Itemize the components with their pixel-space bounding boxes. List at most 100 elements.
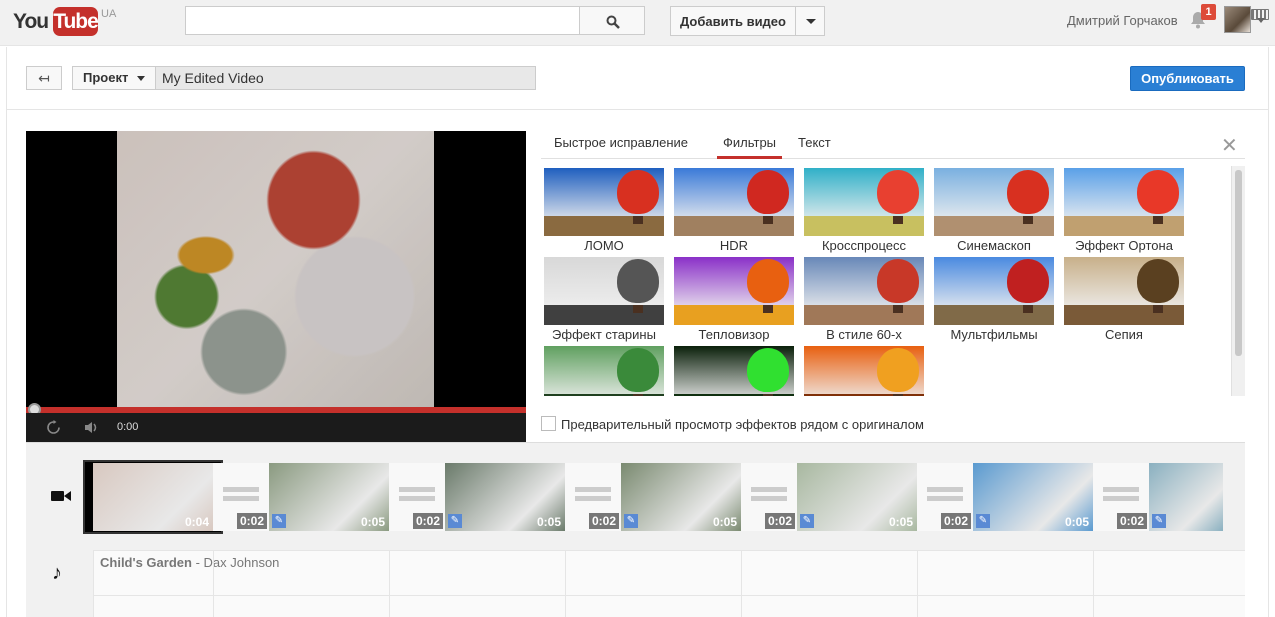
filter-option[interactable]: Сепия — [1064, 257, 1184, 347]
logo-tube: Tube — [53, 7, 99, 36]
filter-thumbnail — [1064, 257, 1184, 325]
clip-duration: 0:05 — [888, 515, 913, 529]
balloon-basket — [633, 305, 643, 313]
tab-filters[interactable]: Фильтры — [717, 135, 783, 159]
username[interactable]: Дмитрий Горчаков — [1067, 13, 1178, 28]
transition-duration: 0:02 — [236, 513, 267, 529]
chevron-down-icon[interactable] — [1257, 18, 1265, 23]
magic-wand-icon[interactable]: ✎ — [976, 514, 990, 528]
filter-thumbnail-ground — [804, 394, 924, 396]
video-player[interactable]: 0:00 — [26, 131, 526, 442]
compare-checkbox[interactable] — [541, 416, 556, 431]
balloon-image — [1007, 259, 1049, 303]
filter-option[interactable]: Эффект старины — [544, 257, 664, 347]
transition-slot[interactable]: 0:02 — [565, 463, 621, 531]
audio-gridline — [565, 550, 566, 617]
avatar[interactable] — [1224, 6, 1251, 33]
search-button[interactable] — [579, 6, 645, 35]
music-note-icon: ♪ — [52, 562, 62, 584]
transition-duration: 0:02 — [412, 513, 443, 529]
balloon-image — [747, 170, 789, 214]
filter-thumbnail-ground — [804, 305, 924, 325]
back-button[interactable]: ↤ — [26, 66, 62, 90]
audio-track-label[interactable]: Child's Garden - Dax Johnson — [100, 555, 279, 570]
timeline-clip[interactable]: ✎ — [1149, 463, 1223, 531]
filter-option[interactable]: Мультфильмы — [934, 257, 1054, 347]
balloon-image — [877, 259, 919, 303]
filter-thumbnail-ground — [544, 305, 664, 325]
volume-icon[interactable] — [84, 420, 100, 435]
transition-slot[interactable]: 0:02 — [1093, 463, 1149, 531]
upload-menu-button[interactable] — [795, 6, 825, 36]
video-frame — [117, 131, 434, 407]
balloon-basket — [893, 305, 903, 313]
timeline-clip[interactable]: ✎ 0:05 — [269, 463, 389, 531]
upload-button[interactable]: Добавить видео — [670, 6, 796, 36]
publish-button[interactable]: Опубликовать — [1130, 66, 1245, 91]
magic-wand-icon[interactable]: ✎ — [624, 514, 638, 528]
timeline-clip[interactable]: 0:04 — [93, 463, 213, 531]
clip-duration: 0:05 — [1064, 515, 1089, 529]
filter-option[interactable]: Тепловизор — [674, 257, 794, 347]
balloon-image — [1137, 259, 1179, 303]
project-menu-button[interactable]: Проект — [72, 66, 156, 90]
filter-thumbnail — [674, 346, 794, 396]
transition-slot[interactable]: 0:02 — [213, 463, 269, 531]
balloon-basket — [1023, 305, 1033, 313]
transition-icon — [1103, 487, 1139, 501]
close-icon[interactable]: ✕ — [1221, 136, 1238, 156]
youtube-logo[interactable]: You Tube UA — [13, 6, 116, 36]
magic-wand-icon[interactable]: ✎ — [272, 514, 286, 528]
project-title-input[interactable] — [155, 66, 536, 90]
filter-option[interactable] — [674, 346, 794, 396]
filter-option[interactable] — [804, 346, 924, 396]
filter-label: В стиле 60-х — [826, 327, 902, 342]
audio-gridline — [213, 550, 214, 617]
tab-quick-fixes[interactable]: Быстрое исправление — [554, 135, 688, 159]
balloon-image — [617, 170, 659, 214]
filter-thumbnail-ground — [544, 394, 664, 396]
balloon-image — [747, 348, 789, 392]
filter-option[interactable]: Эффект Ортона — [1064, 168, 1184, 258]
balloon-basket — [1153, 305, 1163, 313]
filter-option[interactable]: ЛОМО — [544, 168, 664, 258]
filter-option[interactable] — [544, 346, 664, 396]
transition-slot[interactable]: 0:02 — [741, 463, 797, 531]
player-controls: 0:00 — [26, 413, 526, 442]
balloon-basket — [893, 216, 903, 224]
notification-badge[interactable]: 1 — [1201, 4, 1216, 20]
filter-label: Мультфильмы — [950, 327, 1038, 342]
filter-thumbnail-ground — [544, 216, 664, 236]
scrollbar-thumb[interactable] — [1235, 170, 1242, 356]
current-time: 0:00 — [117, 421, 139, 433]
logo-you: You — [13, 10, 49, 33]
filter-thumbnail-ground — [804, 216, 924, 236]
balloon-basket — [1023, 216, 1033, 224]
search-icon — [606, 15, 620, 29]
clip-duration: 0:05 — [712, 515, 737, 529]
timeline-clip[interactable]: ✎ 0:05 — [621, 463, 741, 531]
tab-text[interactable]: Текст — [798, 135, 831, 159]
magic-wand-icon[interactable]: ✎ — [1152, 514, 1166, 528]
magic-wand-icon[interactable]: ✎ — [800, 514, 814, 528]
timeline-clip[interactable]: ✎ 0:05 — [973, 463, 1093, 531]
balloon-basket — [763, 394, 773, 396]
filter-thumbnail-ground — [1064, 305, 1184, 325]
replay-icon[interactable] — [46, 420, 61, 435]
filter-option[interactable]: В стиле 60-х — [804, 257, 924, 347]
audio-artist: - Dax Johnson — [195, 555, 280, 570]
filter-thumbnail — [1064, 168, 1184, 236]
filter-option[interactable]: Кросспроцесс — [804, 168, 924, 258]
scrollbar[interactable] — [1231, 166, 1245, 396]
timeline-clip[interactable]: ✎ 0:05 — [445, 463, 565, 531]
transition-slot[interactable]: 0:02 — [389, 463, 445, 531]
search-input[interactable] — [185, 6, 580, 35]
magic-wand-icon[interactable]: ✎ — [448, 514, 462, 528]
filter-option[interactable]: HDR — [674, 168, 794, 258]
filter-option[interactable]: Синемаскоп — [934, 168, 1054, 258]
balloon-image — [617, 348, 659, 392]
audio-gridline — [389, 550, 390, 617]
timeline-clip[interactable]: ✎ 0:05 — [797, 463, 917, 531]
transition-slot[interactable]: 0:02 — [917, 463, 973, 531]
transition-duration: 0:02 — [588, 513, 619, 529]
